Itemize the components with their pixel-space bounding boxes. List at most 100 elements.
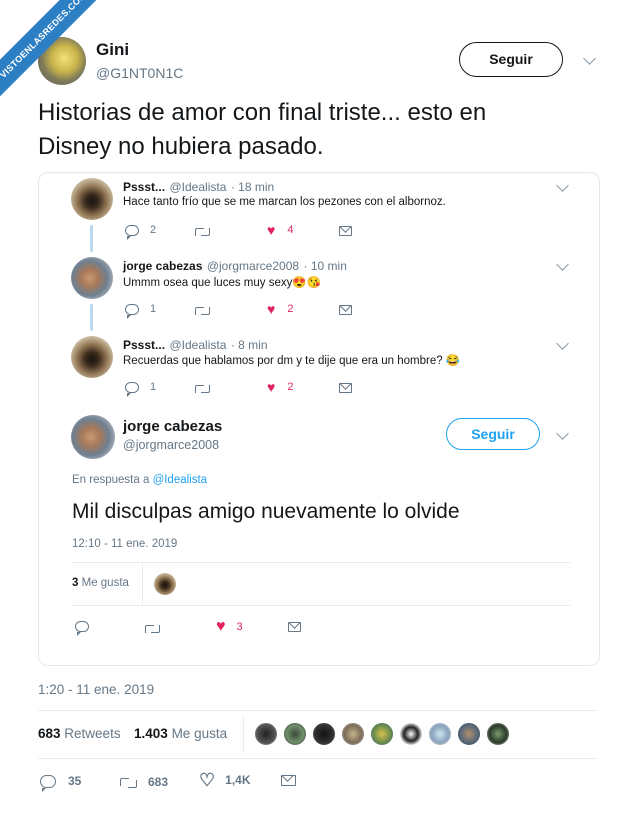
liker-avatar[interactable] [370, 722, 394, 746]
divider [243, 716, 244, 752]
liker-avatar[interactable] [399, 722, 423, 746]
thread-header: jorge cabezas @jorgmarce2008 · 10 min [123, 257, 347, 275]
focused-tweet-text: Mil disculpas amigo nuevamente lo olvide [72, 500, 460, 523]
retweet-icon [120, 776, 137, 789]
thread-author-name[interactable]: Pssst... [123, 338, 165, 352]
reply-icon [125, 224, 139, 240]
reply-action[interactable]: 1 [125, 381, 156, 397]
reply-icon [125, 303, 139, 319]
thread-avatar[interactable] [71, 336, 113, 378]
heart-icon: ♡ [199, 770, 216, 790]
focused-timestamp[interactable]: 12:10 - 11 ene. 2019 [72, 538, 177, 550]
chevron-down-icon[interactable] [556, 337, 569, 350]
liker-avatar[interactable] [457, 722, 481, 746]
like-action[interactable]: ♡ 1,4K [199, 771, 251, 789]
divider [72, 562, 570, 563]
thread-header: Pssst... @Idealista · 8 min [123, 336, 268, 354]
like-action[interactable]: ♥ 2 [267, 302, 293, 316]
tweet-text-line-2: Disney no hubiera pasado. [38, 133, 324, 160]
retweet-icon [195, 383, 210, 394]
liker-avatar[interactable] [283, 722, 307, 746]
retweets-stat[interactable]: 683 Retweets [38, 726, 121, 741]
liker-avatar[interactable] [486, 722, 510, 746]
thread-header: Pssst... @Idealista · 18 min [123, 178, 274, 196]
heart-icon: ♥ [267, 301, 276, 317]
dm-action[interactable] [339, 226, 352, 236]
author-handle[interactable]: @G1NT0N1C [96, 65, 183, 81]
liker-avatars [254, 722, 514, 748]
dm-action[interactable] [288, 622, 301, 632]
liker-avatar[interactable] [312, 722, 336, 746]
chevron-down-icon[interactable] [556, 427, 569, 440]
focused-author-handle[interactable]: @jorgmarce2008 [123, 438, 219, 452]
focused-author-name[interactable]: jorge cabezas [123, 418, 222, 435]
follow-button[interactable]: Seguir [459, 42, 563, 77]
focused-avatar[interactable] [71, 415, 115, 459]
chevron-down-icon[interactable] [583, 52, 596, 65]
retweet-action[interactable]: 683 [120, 775, 168, 789]
retweet-icon [195, 226, 210, 237]
liker-avatar[interactable] [428, 722, 452, 746]
thread-text: Recuerdas que hablamos por dm y te dije … [123, 355, 461, 367]
retweet-icon [195, 305, 210, 316]
reply-action[interactable]: 2 [125, 224, 156, 240]
quoted-tweet-card[interactable]: Pssst... @Idealista · 18 min Hace tanto … [38, 172, 600, 666]
retweet-icon [145, 623, 160, 634]
dm-action[interactable] [339, 305, 352, 315]
liker-avatar[interactable] [254, 722, 278, 746]
retweet-action[interactable] [195, 383, 210, 394]
retweet-action[interactable] [195, 305, 210, 316]
reply-prefix: En respuesta a [72, 474, 150, 486]
chevron-down-icon[interactable] [556, 258, 569, 271]
tweet-timestamp[interactable]: 1:20 - 11 ene. 2019 [38, 682, 154, 697]
thread-time[interactable]: · 18 min [231, 180, 274, 194]
divider [72, 605, 570, 606]
reply-action[interactable]: 1 [125, 303, 156, 319]
reply-icon [75, 621, 89, 636]
mail-icon [281, 775, 296, 786]
follow-button[interactable]: Seguir [446, 418, 540, 450]
chevron-down-icon[interactable] [556, 179, 569, 192]
dm-action[interactable] [339, 383, 352, 393]
like-action[interactable]: ♥ 2 [267, 380, 293, 394]
mail-icon [339, 305, 352, 315]
liker-avatar[interactable] [341, 722, 365, 746]
focused-likes-stat[interactable]: 3 Me gusta [72, 577, 129, 589]
divider [38, 758, 598, 759]
author-name[interactable]: Gini [96, 40, 129, 60]
reply-action[interactable]: 35 [40, 774, 81, 792]
thread-connector [90, 225, 93, 252]
reply-icon [125, 381, 139, 397]
liker-avatar[interactable] [154, 573, 176, 595]
thread-author-handle[interactable]: @Idealista [169, 180, 226, 194]
heart-icon: ♥ [267, 379, 276, 395]
mail-icon [339, 383, 352, 393]
tweet-text-line-1: Historias de amor con final triste... es… [38, 99, 487, 126]
thread-avatar[interactable] [71, 257, 113, 299]
reply-action[interactable] [75, 621, 89, 636]
heart-icon: ♥ [267, 222, 276, 238]
dm-action[interactable] [281, 775, 296, 786]
retweet-action[interactable] [145, 623, 160, 634]
thread-author-name[interactable]: jorge cabezas [123, 259, 202, 273]
like-action[interactable]: ♥ 3 [216, 619, 243, 635]
thread-author-handle[interactable]: @jorgmarce2008 [207, 259, 299, 273]
thread-time[interactable]: · 10 min [304, 259, 347, 273]
like-action[interactable]: ♥ 4 [267, 223, 293, 237]
thread-author-name[interactable]: Pssst... [123, 180, 165, 194]
heart-icon: ♥ [216, 618, 226, 635]
thread-avatar[interactable] [71, 178, 113, 220]
thread-time[interactable]: · 8 min [231, 338, 268, 352]
reply-to-link[interactable]: @Idealista [153, 474, 208, 486]
divider [38, 710, 598, 711]
thread-author-handle[interactable]: @Idealista [169, 338, 226, 352]
thread-connector [90, 304, 93, 331]
divider [142, 562, 143, 605]
reply-icon [40, 774, 56, 792]
thread-text: Ummm osea que luces muy sexy😍😘 [123, 277, 321, 289]
retweet-action[interactable] [195, 226, 210, 237]
mail-icon [288, 622, 301, 632]
mail-icon [339, 226, 352, 236]
likes-stat[interactable]: 1.403 Me gusta [134, 726, 227, 741]
reply-context: En respuesta a @Idealista [72, 474, 207, 486]
